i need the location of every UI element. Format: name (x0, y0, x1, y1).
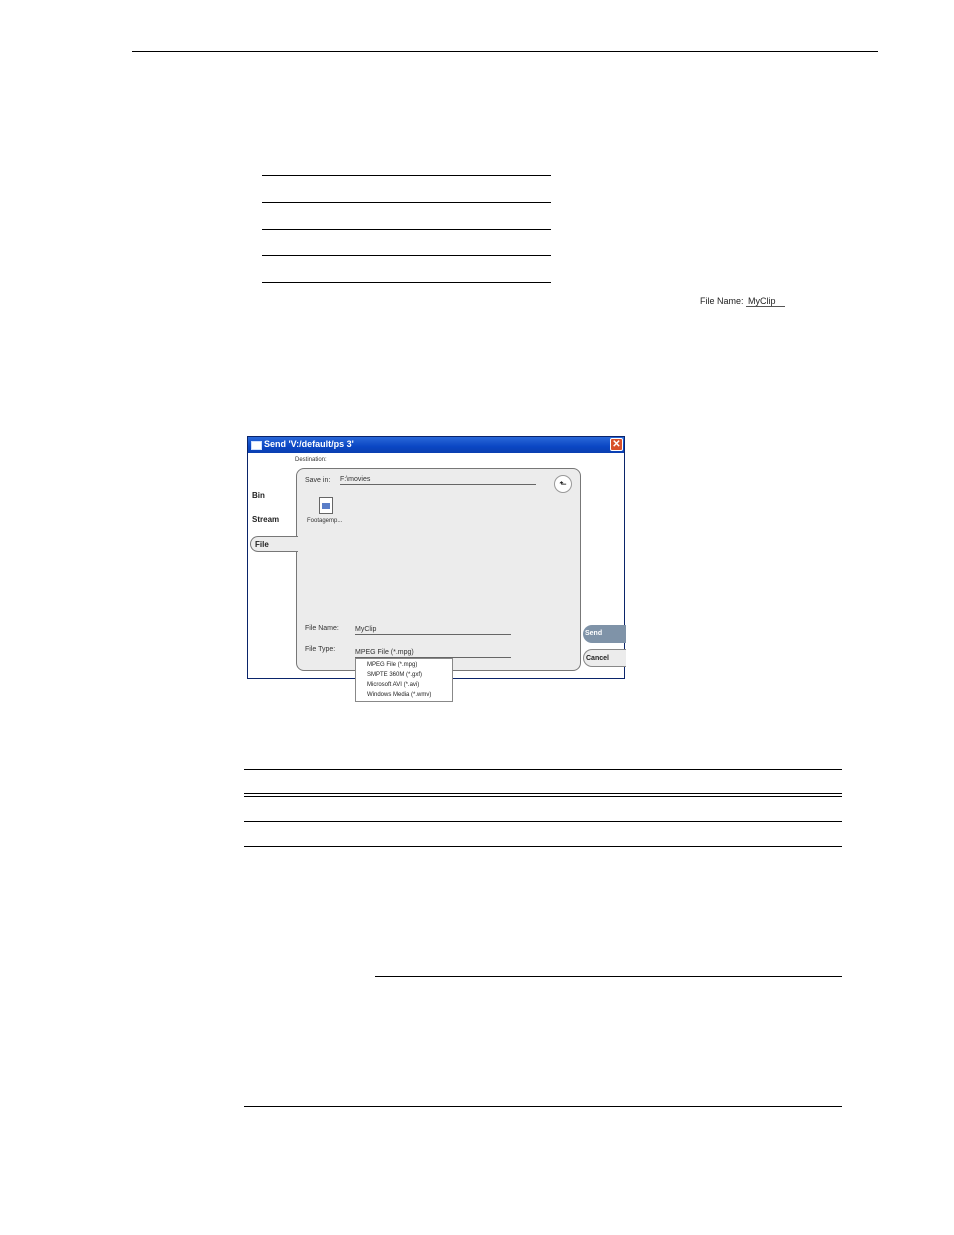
file-icon[interactable] (319, 497, 333, 514)
table-header-rule-a (244, 793, 842, 794)
table-bottom-rule (244, 1106, 842, 1107)
save-in-field[interactable]: F:\movies (340, 476, 536, 485)
inline-file-name-field: File Name: MyClip (700, 296, 786, 307)
table-top-rule (244, 769, 842, 770)
send-button[interactable]: Send (583, 625, 626, 643)
short-table-rule-3 (262, 229, 551, 230)
short-table-rule-1 (262, 175, 551, 176)
file-item-label[interactable]: Footagemp... (307, 518, 342, 524)
tab-stream[interactable]: Stream (252, 515, 279, 524)
short-table-rule-4 (262, 255, 551, 256)
window-icon (251, 441, 262, 450)
file-destination-panel: Save in: F:\movies ⬑ Footagemp... File N… (296, 468, 581, 671)
file-type-label: File Type: (305, 646, 336, 653)
table-header-rule-b (244, 796, 842, 797)
file-type-select[interactable]: MPEG File (*.mpg) (355, 649, 511, 658)
short-table-rule-2 (262, 202, 551, 203)
tab-file[interactable]: File (250, 536, 298, 552)
short-table-rule-5 (262, 282, 551, 283)
inline-file-name-value: MyClip (746, 296, 786, 307)
destination-label: Destination: (295, 457, 327, 463)
dialog-title: Send 'V:/default/ps 3' (264, 439, 354, 449)
close-icon[interactable]: ✕ (610, 438, 623, 451)
header-rule (132, 51, 878, 52)
dropdown-option-wmv[interactable]: Windows Media (*.wmv) (356, 690, 452, 700)
up-folder-icon[interactable]: ⬑ (554, 475, 572, 493)
dropdown-option-gxf[interactable]: SMPTE 360M (*.gxf) (356, 670, 452, 680)
save-in-label: Save in: (305, 477, 331, 484)
file-type-dropdown-list: MPEG File (*.mpg) SMPTE 360M (*.gxf) Mic… (355, 658, 453, 702)
dropdown-option-mpeg[interactable]: MPEG File (*.mpg) (356, 660, 452, 670)
send-dialog: Send 'V:/default/ps 3' ✕ Destination: Bi… (247, 436, 626, 679)
table-inner-rule (375, 976, 842, 977)
table-row-rule-2 (244, 846, 842, 847)
dropdown-option-avi[interactable]: Microsoft AVI (*.avi) (356, 680, 452, 690)
table-row-rule-1 (244, 821, 842, 822)
file-name-label: File Name: (305, 625, 339, 632)
dialog-titlebar: Send 'V:/default/ps 3' ✕ (248, 437, 624, 453)
cancel-button[interactable]: Cancel (583, 649, 626, 667)
file-name-input[interactable]: MyClip (355, 626, 511, 635)
inline-file-name-label: File Name: (700, 296, 744, 306)
tab-bin[interactable]: Bin (252, 491, 265, 500)
